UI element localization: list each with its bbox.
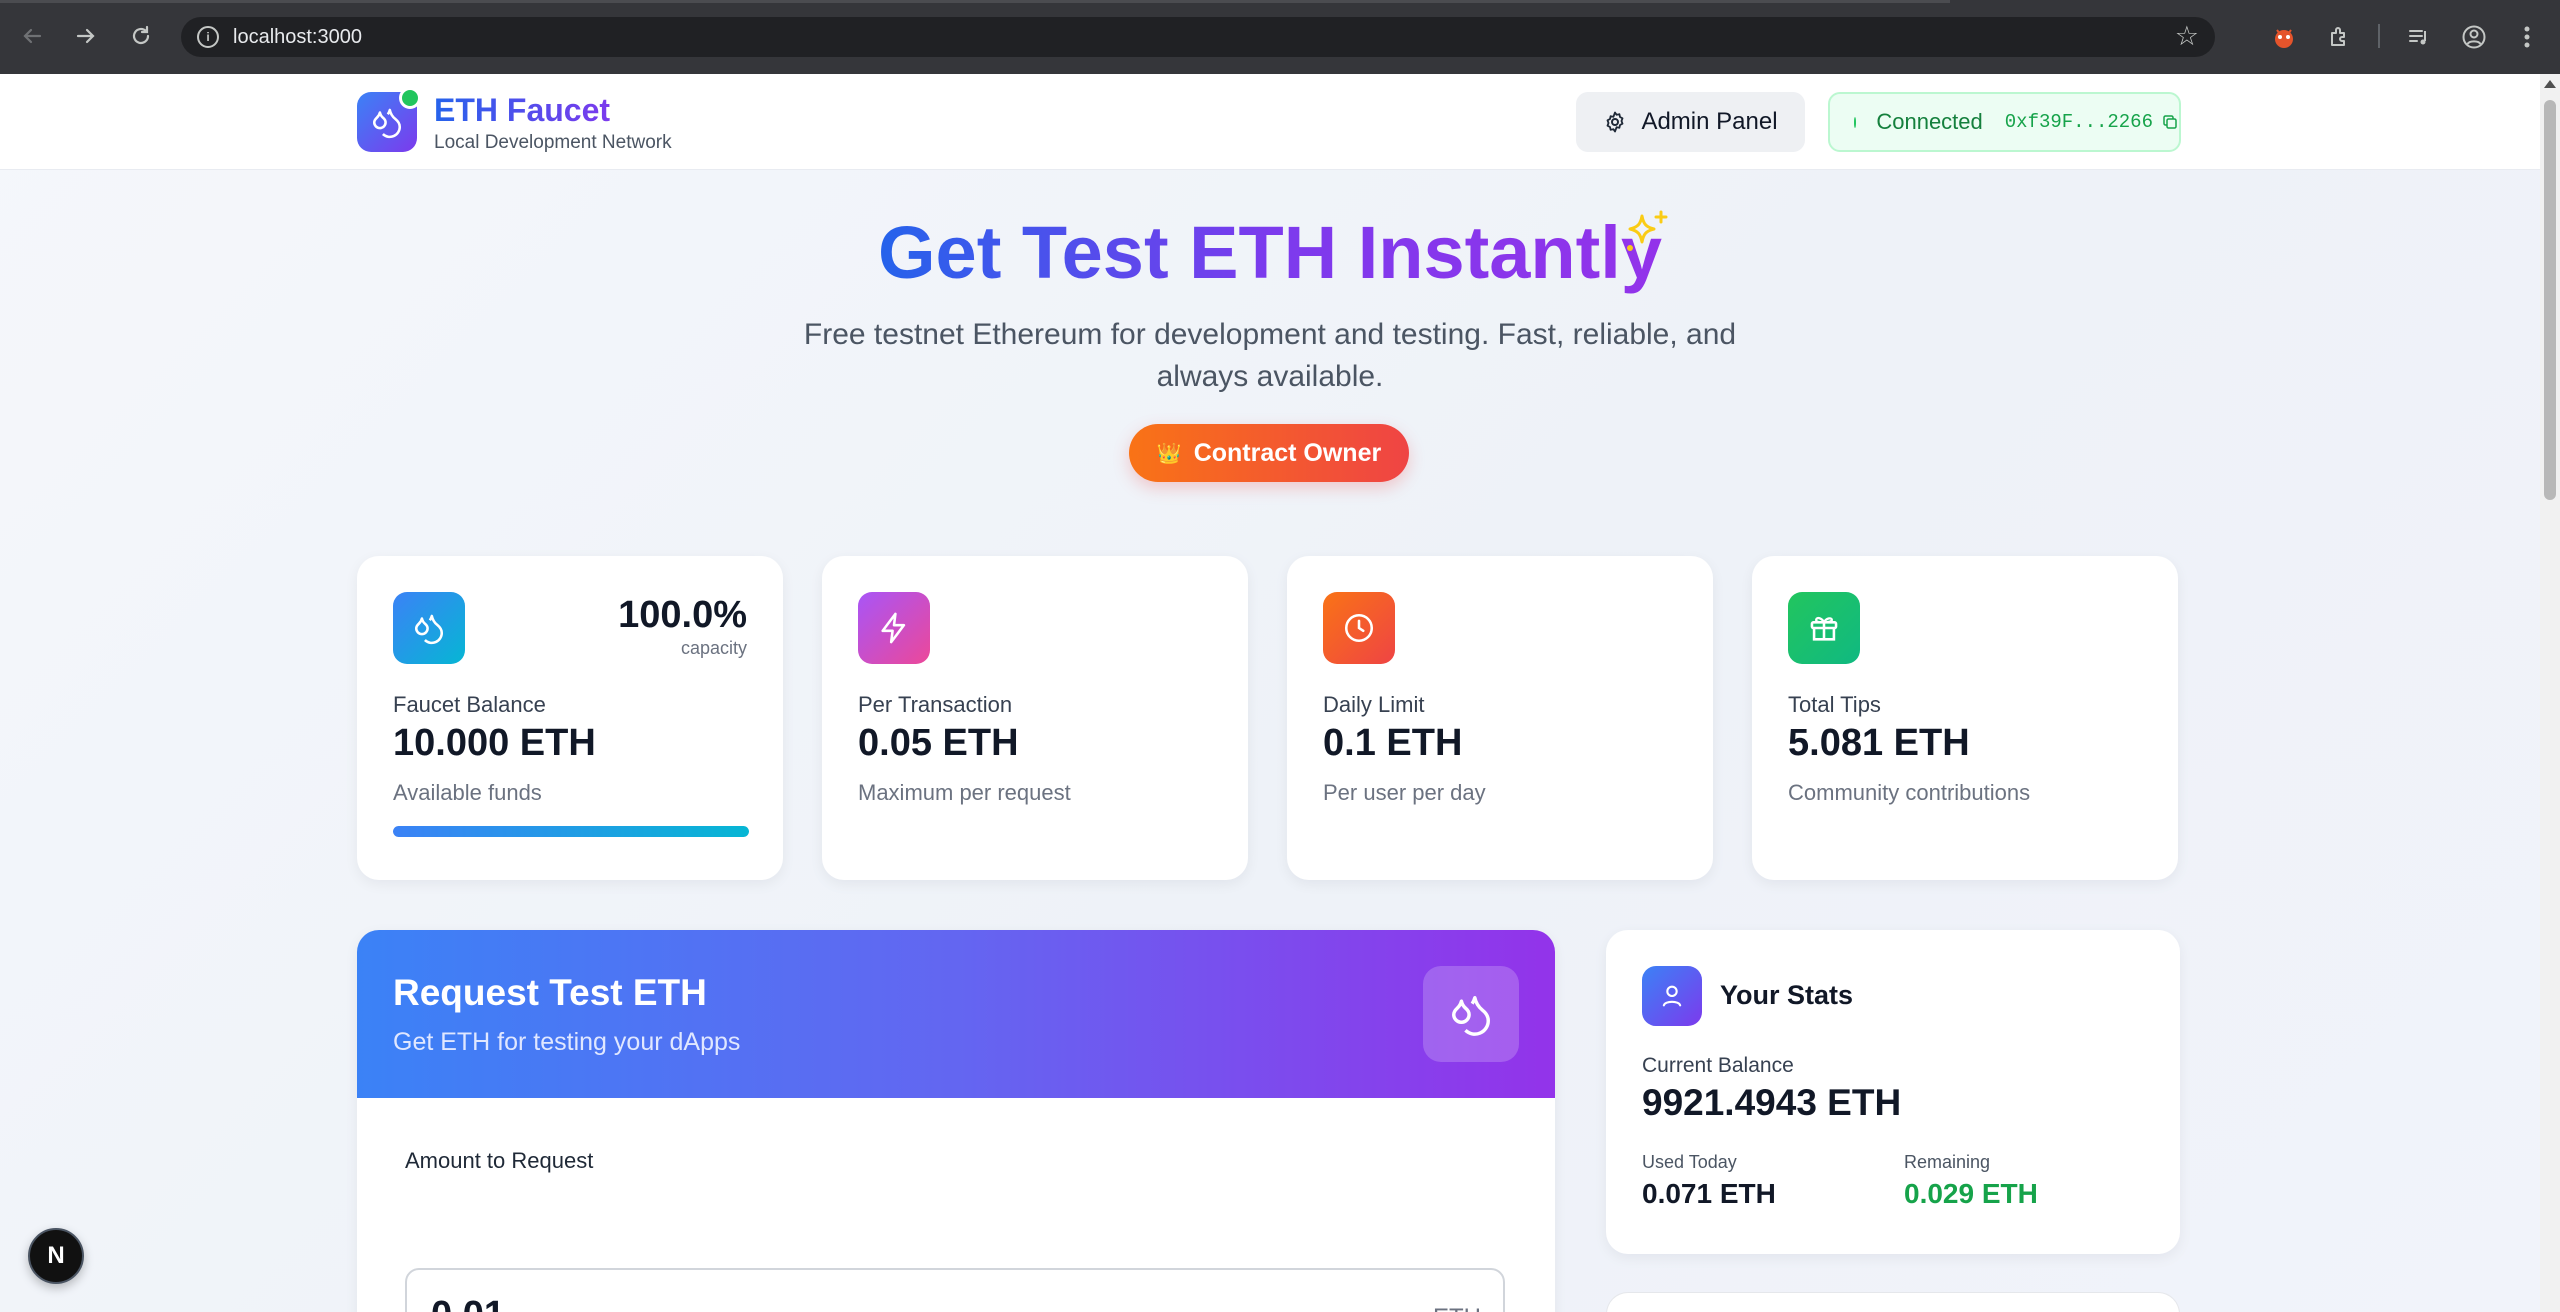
menu-kebab-icon[interactable] bbox=[2510, 20, 2544, 54]
amount-label: Amount to Request bbox=[405, 1148, 594, 1173]
stat-card-faucet-balance: 100.0% capacity Faucet Balance 10.000 ET… bbox=[357, 556, 783, 880]
media-controls-icon[interactable] bbox=[2402, 20, 2436, 54]
stat-value: 10.000 ETH bbox=[393, 722, 596, 764]
request-eth-card: Request Test ETH Get ETH for testing you… bbox=[357, 930, 1555, 1312]
wallet-address: 0xf39F...2266 bbox=[2004, 111, 2153, 133]
profile-icon[interactable] bbox=[2457, 20, 2491, 54]
used-today-label: Used Today bbox=[1642, 1152, 1737, 1172]
current-balance-value: 9921.4943 ETH bbox=[1642, 1082, 1902, 1123]
gear-icon bbox=[1603, 110, 1627, 134]
stat-subtext: Maximum per request bbox=[858, 780, 1071, 805]
scrollbar-thumb[interactable] bbox=[2544, 100, 2556, 500]
lightning-icon bbox=[858, 592, 930, 664]
droplets-icon bbox=[393, 592, 465, 664]
capacity-label: capacity bbox=[680, 638, 747, 658]
stat-value: 0.1 ETH bbox=[1323, 722, 1463, 764]
hero-subtitle: Free testnet Ethereum for development an… bbox=[803, 318, 1737, 393]
crown-icon: 👑 bbox=[1156, 442, 1182, 465]
browser-toolbar: i localhost:3000 ☆ bbox=[0, 0, 2560, 74]
current-balance-label: Current Balance bbox=[1642, 1054, 1794, 1077]
hero-title: Get Test ETH Instantly bbox=[878, 211, 1662, 294]
page-content: ETH Faucet Local Development Network Adm… bbox=[0, 74, 2540, 1312]
contract-owner-badge[interactable]: 👑 Contract Owner bbox=[1129, 424, 1409, 482]
connection-status: Connected bbox=[1876, 109, 1983, 134]
brand-title: ETH Faucet bbox=[434, 92, 611, 128]
request-card-header: Request Test ETH Get ETH for testing you… bbox=[357, 930, 1555, 1098]
stat-label: Daily Limit bbox=[1323, 692, 1425, 717]
next-card-edge bbox=[1606, 1292, 2180, 1312]
back-arrow-icon[interactable] bbox=[14, 18, 50, 54]
used-today-value: 0.071 ETH bbox=[1642, 1178, 1776, 1209]
stat-value: 5.081 ETH bbox=[1788, 722, 1970, 764]
toolbar-separator bbox=[2378, 24, 2380, 48]
sparkles-icon bbox=[1618, 206, 1674, 267]
extensions-puzzle-icon[interactable] bbox=[2322, 20, 2356, 54]
stat-label: Per Transaction bbox=[858, 692, 1013, 717]
capacity-progress-bar bbox=[393, 826, 749, 837]
brand-subtitle: Local Development Network bbox=[434, 132, 672, 153]
status-dot bbox=[1854, 116, 1857, 128]
stat-value: 0.05 ETH bbox=[858, 722, 1019, 764]
your-stats-title: Your Stats bbox=[1720, 980, 1854, 1010]
capacity-percent: 100.0% bbox=[618, 594, 747, 636]
amount-input[interactable]: 0.01 ETH bbox=[405, 1268, 1505, 1312]
copy-icon[interactable] bbox=[2161, 113, 2179, 131]
site-info-icon[interactable]: i bbox=[197, 26, 219, 48]
bookmark-star-icon[interactable]: ☆ bbox=[2175, 21, 2199, 52]
contract-owner-label: Contract Owner bbox=[1193, 438, 1382, 467]
reload-icon[interactable] bbox=[123, 18, 159, 54]
stat-label: Total Tips bbox=[1788, 692, 1881, 717]
app-header: ETH Faucet Local Development Network Adm… bbox=[0, 74, 2540, 170]
remaining-label: Remaining bbox=[1904, 1152, 1991, 1172]
droplets-icon bbox=[1423, 966, 1519, 1062]
request-title: Request Test ETH bbox=[393, 972, 707, 1013]
stat-subtext: Available funds bbox=[393, 780, 542, 805]
stat-subtext: Community contributions bbox=[1788, 780, 2031, 805]
scroll-up-arrow-icon[interactable] bbox=[2544, 80, 2556, 88]
nextjs-dev-badge[interactable]: N bbox=[28, 1228, 84, 1284]
amount-unit: ETH bbox=[1433, 1304, 1481, 1312]
your-stats-card: Your Stats Current Balance 9921.4943 ETH… bbox=[1606, 930, 2180, 1254]
stat-card-daily-limit: Daily Limit 0.1 ETH Per user per day bbox=[1287, 556, 1713, 880]
page-scrollbar[interactable] bbox=[2540, 74, 2560, 1312]
gift-icon bbox=[1788, 592, 1860, 664]
online-indicator bbox=[399, 87, 421, 109]
admin-panel-button[interactable]: Admin Panel bbox=[1576, 92, 1805, 152]
address-bar[interactable]: i localhost:3000 ☆ bbox=[181, 17, 2215, 57]
forward-arrow-icon[interactable] bbox=[68, 18, 104, 54]
remaining-value: 0.029 ETH bbox=[1904, 1178, 2038, 1209]
extension-icon[interactable] bbox=[2267, 20, 2301, 54]
stat-label: Faucet Balance bbox=[393, 692, 546, 717]
stat-card-per-transaction: Per Transaction 0.05 ETH Maximum per req… bbox=[822, 556, 1248, 880]
capacity-progress-fill bbox=[393, 826, 749, 837]
url-text: localhost:3000 bbox=[233, 25, 362, 48]
amount-value: 0.01 bbox=[431, 1294, 505, 1312]
user-icon bbox=[1642, 966, 1702, 1026]
tab-strip-line bbox=[0, 0, 1950, 3]
admin-panel-label: Admin Panel bbox=[1641, 108, 1778, 135]
wallet-connection-badge[interactable]: Connected 0xf39F...2266 bbox=[1828, 92, 2181, 152]
stat-card-total-tips: Total Tips 5.081 ETH Community contribut… bbox=[1752, 556, 2178, 880]
stat-subtext: Per user per day bbox=[1323, 780, 1486, 805]
request-subtitle: Get ETH for testing your dApps bbox=[393, 1028, 741, 1056]
clock-icon bbox=[1323, 592, 1395, 664]
